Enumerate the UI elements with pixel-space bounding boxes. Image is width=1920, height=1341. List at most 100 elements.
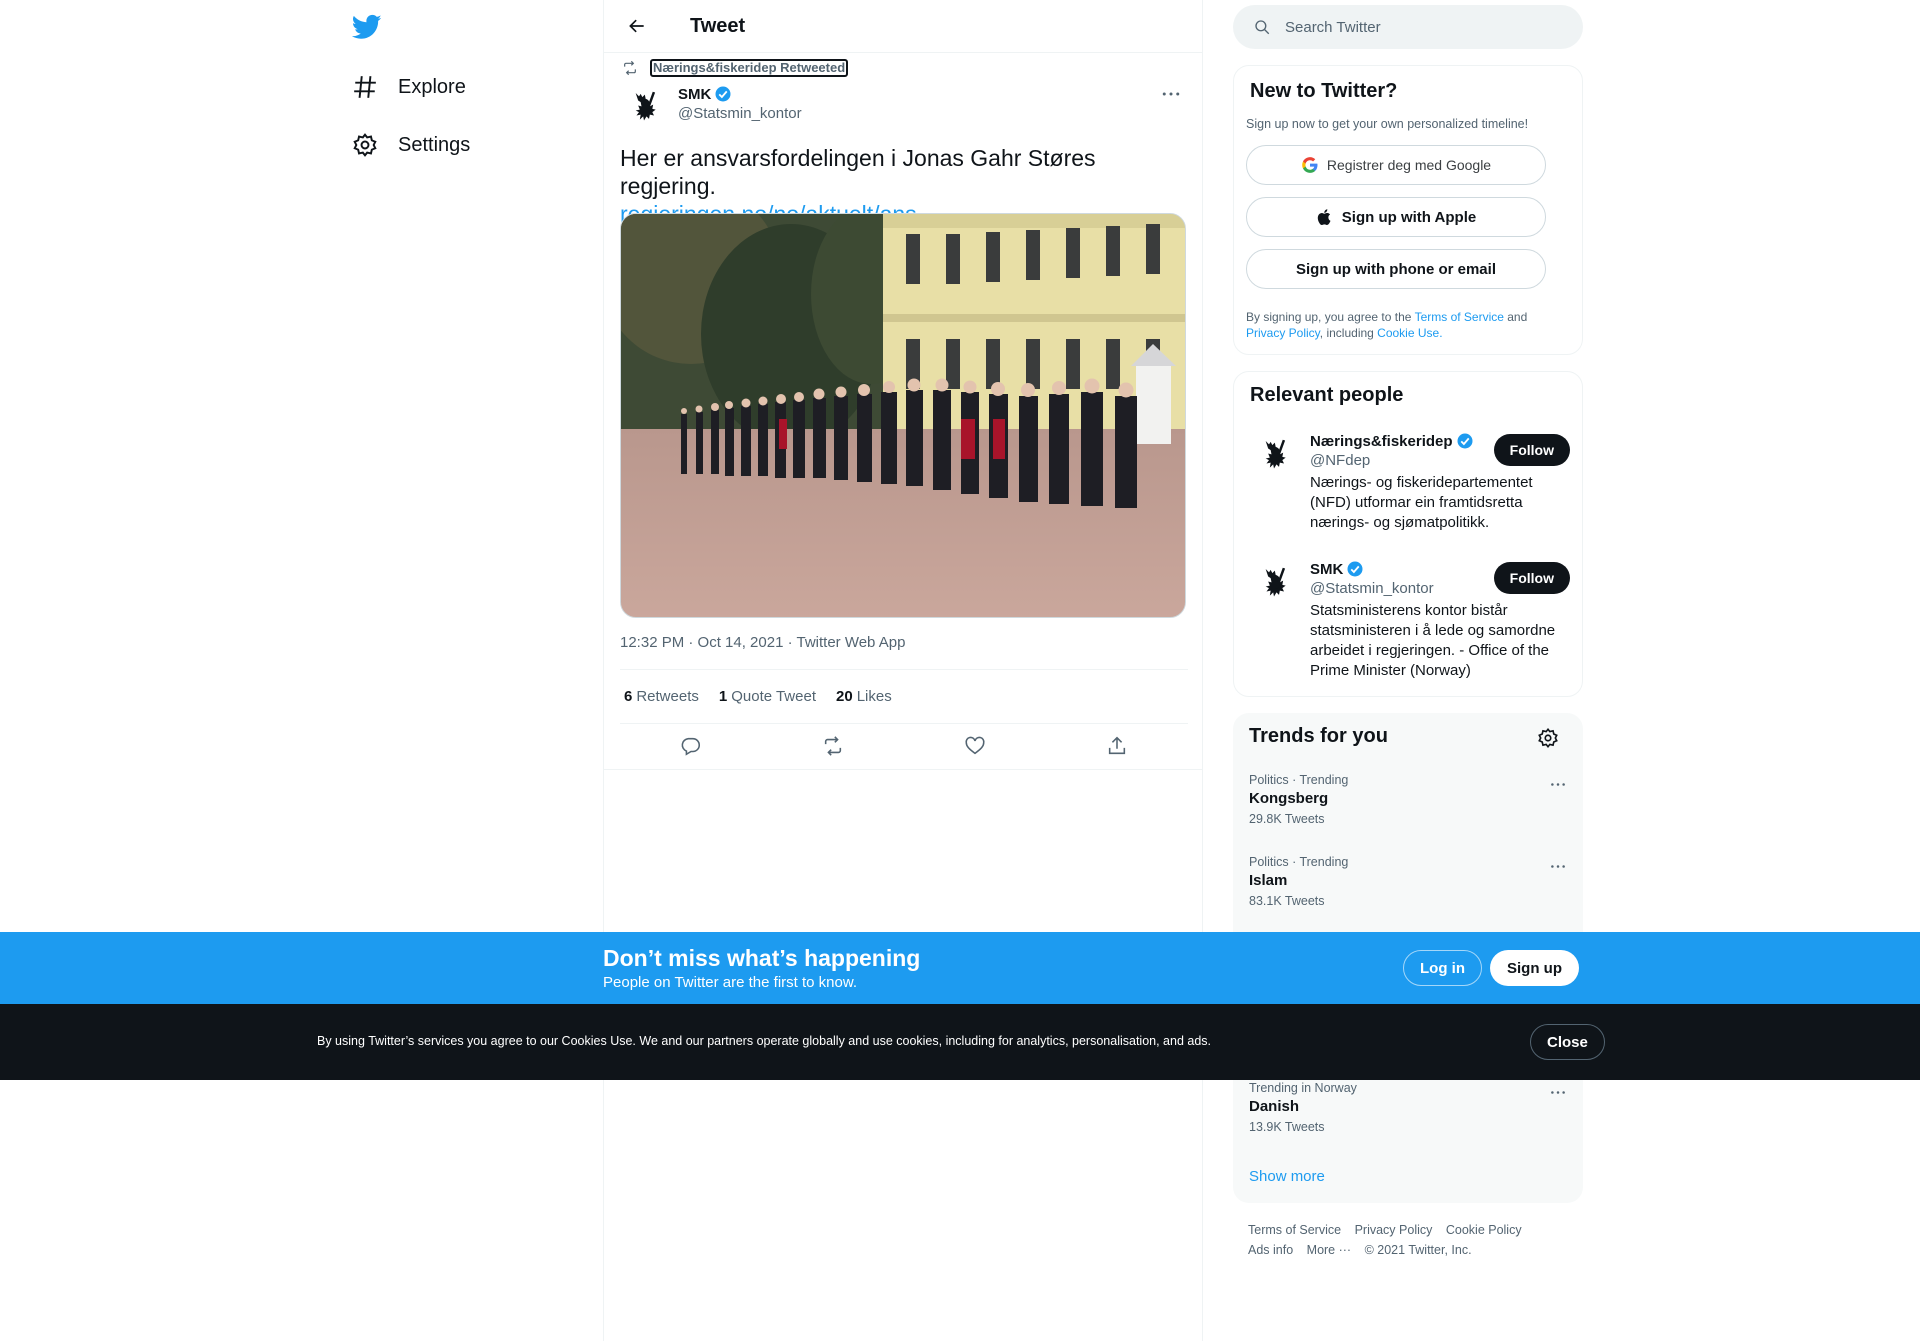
google-signup-label: Registrer deg med Google: [1326, 157, 1492, 173]
relevant-people-card: Relevant people Nærings&fiskeridep @NFde…: [1233, 371, 1583, 697]
search-input[interactable]: [1285, 18, 1565, 36]
retweets-stat[interactable]: 6 Retweets: [624, 688, 699, 705]
follow-button[interactable]: Follow: [1493, 434, 1570, 466]
quotes-label: Quote Tweet: [731, 687, 816, 705]
settings-gear-icon[interactable]: [1537, 727, 1559, 749]
lion-crest-icon: [635, 91, 656, 121]
trend-count: 13.9K Tweets: [1249, 1120, 1325, 1134]
nav-settings-label: Settings: [398, 133, 471, 156]
retweeted-by-link[interactable]: Nærings&fiskeridep Retweeted: [650, 59, 849, 77]
trend-name: Islam: [1249, 872, 1288, 889]
search-bar[interactable]: [1233, 5, 1583, 49]
footer-ads-link[interactable]: Ads info: [1248, 1243, 1293, 1257]
person-item[interactable]: SMK @Statsmin_kontor Statsministerens ko…: [1250, 560, 1570, 681]
footer-cookie-link[interactable]: Cookie Policy: [1446, 1223, 1522, 1237]
nav-explore[interactable]: Explore: [352, 62, 466, 112]
retweet-icon: [824, 736, 842, 756]
avatar[interactable]: [620, 84, 668, 132]
new-to-twitter-title: New to Twitter?: [1250, 80, 1398, 102]
author-name[interactable]: SMK: [678, 86, 711, 103]
tweet-timestamp[interactable]: 12:32 PM · Oct 14, 2021 · Twitter Web Ap…: [620, 634, 905, 651]
retweets-label: Retweets: [636, 687, 699, 705]
footer-links: Terms of Service Privacy Policy Cookie P…: [1248, 1220, 1578, 1260]
likes-count: 20: [836, 687, 853, 705]
reply-button[interactable]: [671, 726, 711, 766]
tweet-actions: [620, 724, 1188, 768]
retweet-button[interactable]: [813, 726, 853, 766]
tweet-stats: 6 Retweets 1 Quote Tweet 20 Likes: [620, 670, 912, 722]
cookie-use-link[interactable]: Cookie Use.: [1377, 326, 1442, 340]
trend-name: Danish: [1249, 1098, 1300, 1115]
person-item[interactable]: Nærings&fiskeridep @NFdep Nærings- og fi…: [1250, 432, 1570, 533]
avatar[interactable]: [1250, 432, 1298, 480]
divider: [604, 769, 1203, 770]
cookie-banner: By using Twitter’s services you agree to…: [0, 1004, 1920, 1080]
share-button[interactable]: [1097, 726, 1137, 766]
phone-email-signup-label: Sign up with phone or email: [1295, 260, 1496, 278]
trends-title: Trends for you: [1249, 725, 1388, 747]
banner-title: Don’t miss what’s happening: [603, 945, 921, 971]
trend-item[interactable]: Politics · Trending Kongsberg 29.8K Twee…: [1249, 773, 1569, 826]
author-handle[interactable]: @Statsmin_kontor: [678, 105, 802, 122]
person-bio: Nærings- og fiskeridepartementet (NFD) u…: [1310, 474, 1533, 531]
person-handle: @NFdep: [1310, 452, 1371, 469]
heart-icon: [965, 736, 985, 755]
new-to-twitter-card: New to Twitter? Sign up now to get your …: [1233, 65, 1583, 355]
trend-count: 29.8K Tweets: [1249, 812, 1325, 826]
trend-name: Kongsberg: [1249, 790, 1329, 807]
twitter-logo-icon[interactable]: [351, 12, 382, 42]
verified-badge-icon: [1347, 561, 1363, 577]
tweet-photo[interactable]: [620, 213, 1186, 618]
tweet-column: Tweet Nærings&fiskeridep Retweeted SMK @…: [603, 0, 1203, 1341]
footer-more-button[interactable]: More ···: [1307, 1243, 1351, 1257]
login-button[interactable]: Log in: [1403, 950, 1482, 986]
signup-banner: Don’t miss what’s happening People on Tw…: [0, 932, 1920, 1004]
like-button[interactable]: [955, 726, 995, 766]
google-signup-button[interactable]: Registrer deg med Google: [1246, 145, 1546, 185]
person-bio: Statsministerens kontor bistår statsmini…: [1310, 602, 1556, 679]
cookie-text: By using Twitter’s services you agree to…: [317, 1034, 1212, 1048]
privacy-link[interactable]: Privacy Policy: [1246, 326, 1320, 340]
quotes-stat[interactable]: 1 Quote Tweet: [719, 688, 816, 705]
follow-button[interactable]: Follow: [1493, 562, 1570, 594]
hashtag-icon: [354, 76, 376, 98]
likes-label: Likes: [856, 687, 892, 705]
footer-privacy-link[interactable]: Privacy Policy: [1355, 1223, 1433, 1237]
tweet-author: SMK @Statsmin_kontor: [620, 84, 802, 132]
google-icon: [1302, 157, 1318, 173]
footer-terms-link[interactable]: Terms of Service: [1248, 1223, 1341, 1237]
arrow-left-icon: [629, 19, 644, 33]
retweets-count: 6: [624, 687, 633, 705]
trend-more-button[interactable]: [1547, 1081, 1569, 1103]
avatar[interactable]: [1250, 560, 1298, 608]
relevant-people-title: Relevant people: [1250, 384, 1404, 406]
reply-icon: [681, 737, 701, 756]
signup-button[interactable]: Sign up: [1490, 950, 1579, 986]
apple-signup-button[interactable]: Sign up with Apple: [1246, 197, 1546, 237]
trend-item[interactable]: Politics · Trending Islam 83.1K Tweets: [1249, 855, 1569, 908]
legal-prefix: By signing up, you agree to the: [1246, 310, 1415, 324]
close-button[interactable]: Close: [1530, 1024, 1605, 1060]
nav-explore-label: Explore: [398, 75, 466, 98]
retweet-icon: [624, 60, 636, 76]
trend-more-button[interactable]: [1547, 855, 1569, 877]
likes-stat[interactable]: 20 Likes: [836, 688, 892, 705]
apple-signup-label: Sign up with Apple: [1341, 208, 1477, 226]
show-more-link[interactable]: Show more: [1249, 1168, 1325, 1185]
quotes-count: 1: [718, 687, 728, 705]
more-dots-icon: [1551, 864, 1565, 868]
legal-including: , including: [1319, 326, 1378, 340]
trend-item[interactable]: Trending in Norway Danish 13.9K Tweets: [1249, 1081, 1569, 1134]
more-dots-icon: [1162, 92, 1180, 96]
phone-email-signup-button[interactable]: Sign up with phone or email: [1246, 249, 1546, 289]
terms-link[interactable]: Terms of Service: [1415, 310, 1504, 324]
lion-crest-icon: [1265, 567, 1286, 597]
more-options-button[interactable]: [1156, 84, 1186, 104]
back-button[interactable]: [620, 9, 654, 43]
legal-and: and: [1503, 310, 1528, 324]
person-handle: @Statsmin_kontor: [1310, 580, 1434, 597]
more-dots-icon: [1551, 782, 1565, 786]
trend-meta: Politics · Trending: [1249, 773, 1349, 787]
nav-settings[interactable]: Settings: [352, 120, 470, 170]
trend-more-button[interactable]: [1547, 773, 1569, 795]
